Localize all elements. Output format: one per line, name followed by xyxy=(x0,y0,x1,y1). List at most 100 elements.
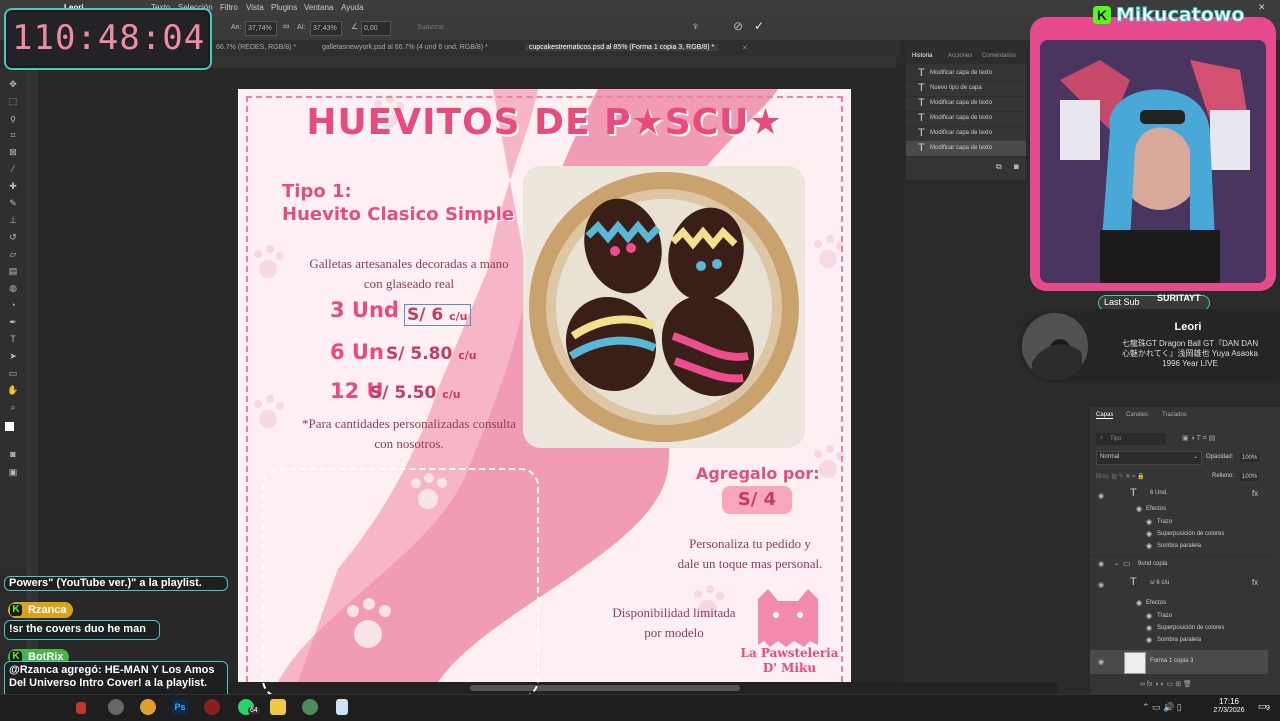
tab-layers[interactable]: Capas xyxy=(1096,412,1114,419)
history-item-label: Modificar capa de texto xyxy=(930,130,993,136)
eye-icon[interactable]: ◉ xyxy=(1146,530,1152,538)
smooth-option[interactable]: Suavizar xyxy=(417,24,444,31)
eye-icon[interactable]: ◉ xyxy=(1146,612,1152,620)
blur-tool-icon[interactable]: ◍ xyxy=(7,282,19,294)
screen-mode-icon[interactable]: ▣ xyxy=(7,466,19,478)
eye-icon[interactable]: ◉ xyxy=(1146,518,1152,526)
eye-icon[interactable]: ◉ xyxy=(1098,581,1104,589)
width-field[interactable]: 37,74% xyxy=(245,21,277,36)
history-item[interactable]: T Nuevo tipo de capa xyxy=(906,81,1026,97)
height-field[interactable]: 37,43% xyxy=(310,21,342,36)
layer-name: 9und copia xyxy=(1138,561,1168,567)
lock-icons[interactable]: Bloq: ▨ ✎ ✥ ⌗ 🔒 xyxy=(1096,473,1145,481)
layer-row[interactable]: ◉ T s/ 6 c/u fx xyxy=(1090,574,1270,596)
fill-field[interactable]: 100% xyxy=(1240,473,1260,481)
healing-tool-icon[interactable]: ✚ xyxy=(7,180,19,192)
eye-icon[interactable]: ◉ xyxy=(1146,636,1152,644)
tab-comments[interactable]: Comentarios xyxy=(982,53,1016,59)
menu-item[interactable]: Plugins xyxy=(271,3,297,12)
link-icon[interactable]: ∞ xyxy=(283,21,289,31)
price-value: S/ 5.80 c/u xyxy=(386,344,477,364)
layer-row-selected[interactable]: ◉ Forma 1 copia 3 xyxy=(1090,650,1268,674)
layer-actions[interactable]: ∞ fx ◑ ◐ ▭ ⊞ 🗑 xyxy=(1140,680,1192,688)
history-item[interactable]: T Modificar capa de texto xyxy=(906,126,1026,142)
history-brush-icon[interactable]: ↺ xyxy=(7,231,19,243)
notepad-icon[interactable] xyxy=(336,699,348,715)
folder-icon[interactable] xyxy=(270,699,286,715)
brush-tool-icon[interactable]: ✎ xyxy=(7,197,19,209)
width-label: An: xyxy=(231,24,242,31)
cancel-icon[interactable]: ⊘ xyxy=(733,19,743,33)
eye-icon[interactable]: ◉ xyxy=(1098,560,1104,568)
tab-history[interactable]: Historia xyxy=(912,53,932,59)
history-item-active[interactable]: T Modificar capa de texto xyxy=(906,141,1026,157)
tab-channels[interactable]: Canales xyxy=(1126,412,1148,418)
snapshot-icon[interactable]: ⧉ xyxy=(996,162,1002,172)
shape-tool-icon[interactable]: ▭ xyxy=(7,367,19,379)
flyer-title: HUEVITOS DE P★SCU★ xyxy=(306,102,783,143)
angle-field[interactable]: 0,00 xyxy=(361,21,391,36)
history-item[interactable]: T Modificar capa de texto xyxy=(906,96,1026,112)
price-qty: 6 Un xyxy=(330,340,384,364)
chevron-down-icon[interactable]: ⌄ xyxy=(1114,560,1119,567)
effect-name: Sombra paralela xyxy=(1157,637,1202,643)
tab-actions[interactable]: Acciones xyxy=(948,53,972,59)
document-tab-active[interactable]: cupcakestrematicos.psd al 85% (Forma 1 c… xyxy=(525,44,719,51)
foreground-color-swatch[interactable] xyxy=(5,422,14,431)
hand-tool-icon[interactable]: ✋ xyxy=(7,384,19,396)
group-row[interactable]: ◉ ⌄ ▭ 9und copia xyxy=(1090,556,1270,571)
opacity-field[interactable]: 100% xyxy=(1240,454,1260,462)
obs-icon[interactable] xyxy=(204,699,220,715)
path-select-icon[interactable]: ➤ xyxy=(7,350,19,362)
eye-icon[interactable]: ◉ xyxy=(1136,599,1142,607)
stamp-tool-icon[interactable]: ⊥ xyxy=(7,214,19,226)
chrome-icon[interactable] xyxy=(140,699,156,715)
eye-icon[interactable]: ◉ xyxy=(1146,624,1152,632)
tab-paths[interactable]: Trazados xyxy=(1162,412,1187,418)
stream-timer: 110:48:04 xyxy=(12,18,206,58)
move-tool-icon[interactable]: ✥ xyxy=(7,78,19,90)
app-icon[interactable] xyxy=(302,699,318,715)
dodge-tool-icon[interactable]: ◔ xyxy=(7,299,19,311)
menu-item[interactable]: Filtro xyxy=(220,3,238,12)
zoom-tool-icon[interactable]: ⌕ xyxy=(7,401,19,413)
history-item[interactable]: T Modificar capa de texto xyxy=(906,111,1026,127)
price-value-selected[interactable]: S/ 6 c/u xyxy=(404,304,471,326)
note-line: Personaliza tu pedido y xyxy=(689,536,811,551)
layer-filter-input[interactable]: ⌕ Tipo xyxy=(1096,433,1166,445)
menu-item[interactable]: Vista xyxy=(246,3,264,12)
lasso-tool-icon[interactable]: ϙ xyxy=(7,112,19,124)
quick-mask-icon[interactable]: ◙ xyxy=(7,448,19,460)
photoshop-icon[interactable]: Ps xyxy=(172,699,188,715)
eraser-tool-icon[interactable]: ▱ xyxy=(7,248,19,260)
blend-mode-select[interactable]: Normal ⌄ xyxy=(1096,451,1202,465)
tray-icons[interactable]: ⌃ ▭ 🔊 ▯ xyxy=(1142,702,1182,713)
frame-tool-icon[interactable]: ⊠ xyxy=(7,146,19,158)
menu-item[interactable]: Ventana xyxy=(304,3,333,12)
eye-icon[interactable]: ◉ xyxy=(1146,542,1152,550)
pen-tool-icon[interactable]: ✒ xyxy=(7,316,19,328)
eye-icon[interactable]: ◉ xyxy=(1098,492,1104,500)
camera-icon[interactable]: ◙ xyxy=(1014,162,1019,171)
tab-close-icon[interactable]: ✕ xyxy=(742,44,748,52)
layer-row[interactable]: ◉ T 6 Und. fx xyxy=(1090,485,1270,507)
gradient-tool-icon[interactable]: ▤ xyxy=(7,265,19,277)
app-icon[interactable] xyxy=(108,699,124,715)
eyedropper-tool-icon[interactable]: ⁄ xyxy=(7,163,19,175)
filter-icons[interactable]: ▣ ◑ T ⌗ ▤ xyxy=(1182,434,1215,443)
close-icon[interactable]: ✕ xyxy=(1258,2,1266,13)
eye-icon[interactable]: ◉ xyxy=(1098,658,1104,666)
commit-icon[interactable]: ✓ xyxy=(754,19,764,33)
crop-tool-icon[interactable]: ⌗ xyxy=(7,129,19,141)
type-tool-icon[interactable]: T xyxy=(7,333,19,345)
document-tab[interactable]: galletasnewyork.psd al 66.7% (4 und 6 un… xyxy=(322,44,488,51)
menu-item[interactable]: Ayuda xyxy=(341,3,364,12)
layer-name: Forma 1 copia 3 xyxy=(1150,658,1194,664)
eye-icon[interactable]: ◉ xyxy=(1136,505,1142,513)
history-item[interactable]: T Modificar capa de texto xyxy=(906,66,1026,82)
warp-icon[interactable]: ♆ xyxy=(691,19,700,33)
brand-name: La Pawsteleria D' Miku xyxy=(732,646,847,676)
document-tab[interactable]: 66.7% (REDES, RGB/8) * xyxy=(216,44,296,51)
marquee-tool-icon[interactable]: ⬚ xyxy=(7,95,19,107)
brave-icon[interactable] xyxy=(76,702,86,714)
